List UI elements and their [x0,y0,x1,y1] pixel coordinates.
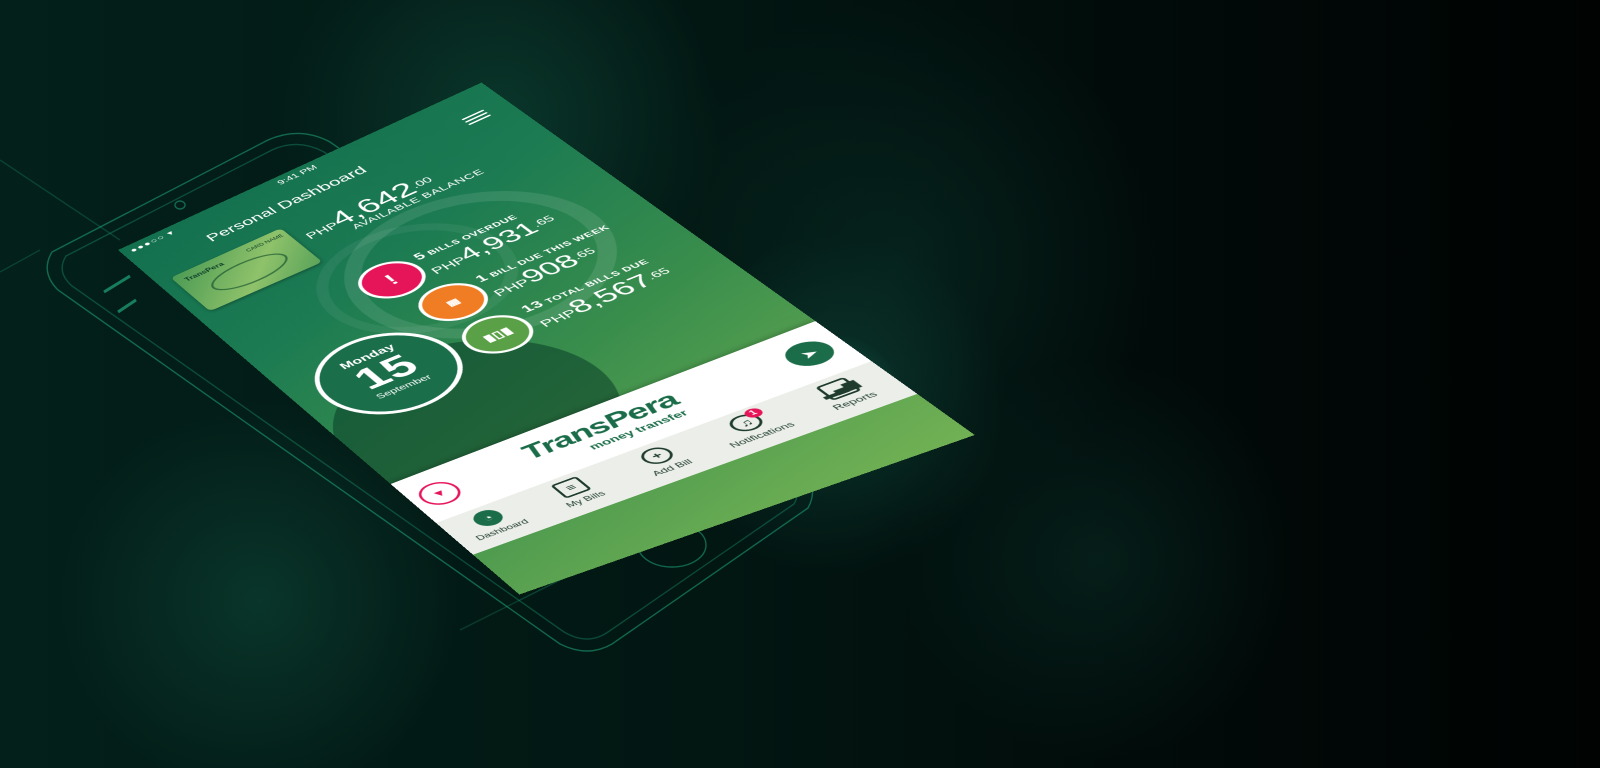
calendar-icon: ▦ [443,296,463,308]
banner-next-button[interactable]: ➤ [776,336,844,371]
card-swirl-graphic [202,247,297,297]
hamburger-menu-icon[interactable] [457,107,497,129]
forward-arrow-icon: ➤ [795,345,824,361]
notification-badge: 1 [741,406,766,420]
exclamation-icon: ! [379,271,404,288]
barcode-icon: ▮▯▮ [478,324,516,344]
transpera-mark-icon: ▼ [428,486,451,500]
app-screen: ●●●○○ ▾ 9:41 PM Personal Dashboard Trans… [118,82,975,595]
banner-left-button[interactable]: ▼ [411,477,469,510]
